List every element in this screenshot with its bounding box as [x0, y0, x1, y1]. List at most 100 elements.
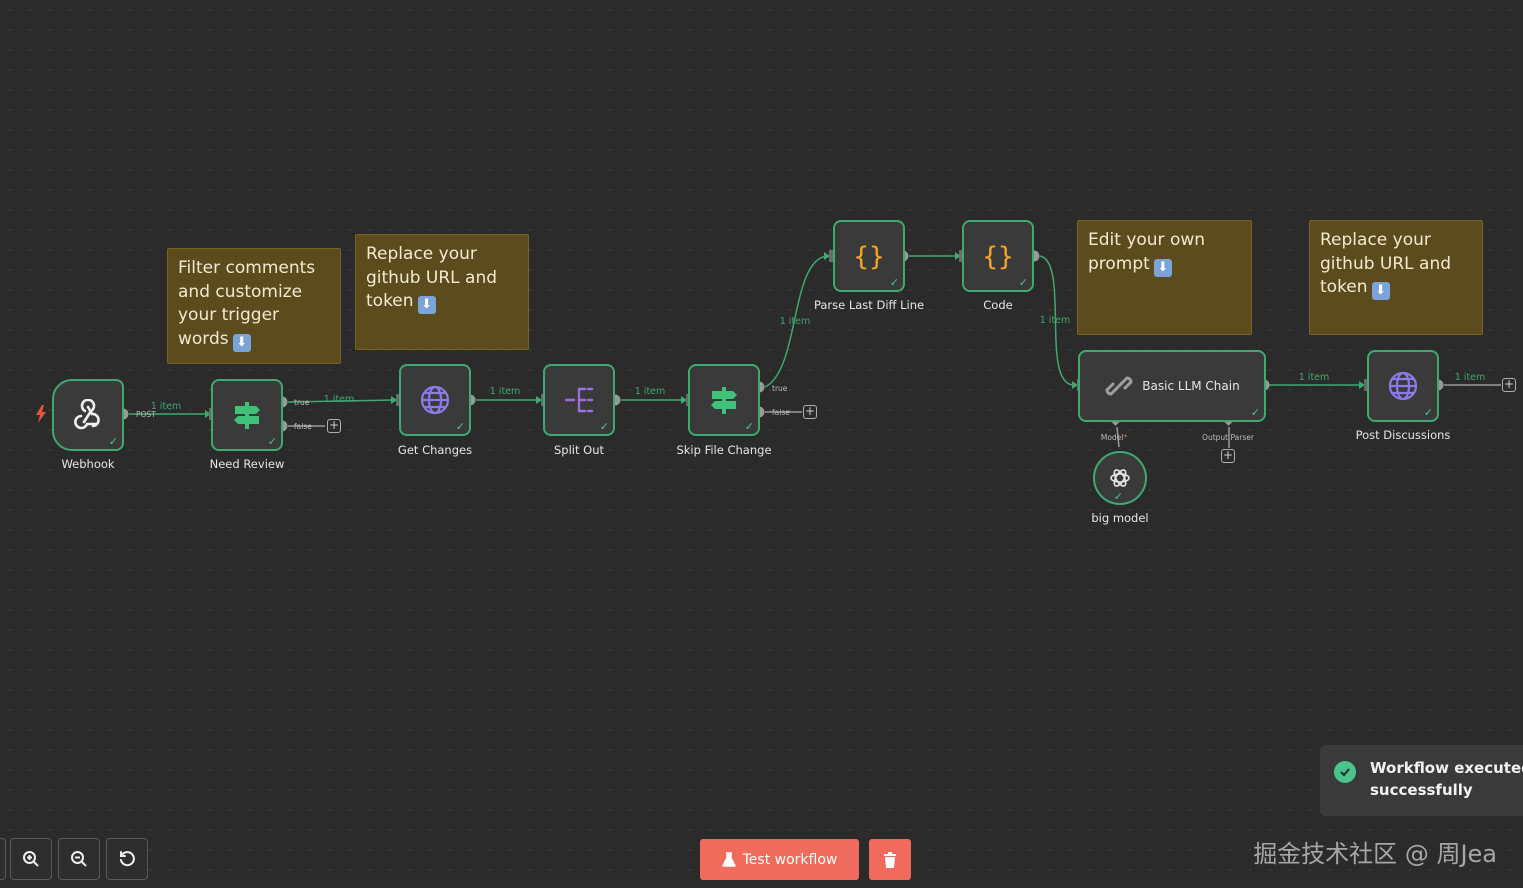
sticky-line: prompt: [1088, 253, 1150, 274]
sticky-line: token: [1320, 277, 1368, 297]
down-arrow-emoji: ⬇: [1153, 258, 1172, 277]
down-arrow-emoji: ⬇: [232, 333, 251, 352]
sticky-line: Replace your: [366, 244, 477, 264]
test-workflow-button[interactable]: Test workflow: [700, 839, 859, 880]
webhook-icon: [74, 399, 100, 430]
node-webhook[interactable]: ✓: [52, 379, 124, 451]
success-check-icon: ✓: [455, 420, 465, 433]
sticky-line: and customize: [178, 281, 303, 302]
reset-icon: [120, 851, 135, 867]
add-node-button[interactable]: +: [327, 419, 341, 433]
success-check-icon: ✓: [267, 435, 277, 448]
node-label-skip-file-change: Skip File Change: [676, 443, 772, 457]
sticky-line: github URL and: [366, 267, 498, 288]
trash-icon: [884, 851, 896, 868]
add-output-parser-button[interactable]: +: [1221, 449, 1235, 463]
model-port-text: Model: [1100, 433, 1124, 442]
success-check-icon: ✓: [1423, 406, 1433, 419]
zoom-out-button[interactable]: [58, 838, 100, 880]
sticky-note-github-2[interactable]: Replace your github URL and token ⬇: [1309, 220, 1483, 335]
zoom-in-icon: [23, 851, 39, 867]
sticky-line: token: [366, 291, 414, 311]
success-check-icon: ✓: [744, 420, 754, 433]
sticky-line: your trigger: [178, 305, 280, 325]
edge-label-item-count: 1 item: [150, 401, 182, 412]
globe-icon: [1388, 371, 1418, 401]
edge-label-item-count: 1 item: [634, 386, 666, 397]
sticky-line: Replace your: [1320, 230, 1431, 250]
success-check-icon: ✓: [1113, 490, 1123, 503]
success-check-icon: [1334, 761, 1356, 783]
test-workflow-label: Test workflow: [742, 851, 838, 868]
success-check-icon: ✓: [108, 435, 118, 448]
openai-icon: [1110, 469, 1130, 487]
edge-label-item-count: 1 item: [323, 394, 355, 405]
node-label-need-review: Need Review: [209, 457, 285, 471]
add-node-button[interactable]: +: [803, 405, 817, 419]
down-arrow-emoji: ⬇: [417, 296, 436, 314]
node-label-parse-last-diff-line: Parse Last Diff Line: [813, 298, 925, 312]
edge-label-item-count: 1 item: [489, 386, 521, 397]
signpost-icon: [711, 387, 737, 414]
edge-label-item-count: 1 item: [1039, 315, 1071, 326]
trigger-bolt-icon: [36, 405, 46, 423]
sticky-line: words: [178, 328, 229, 349]
success-check-icon: ✓: [1018, 276, 1028, 289]
split-icon: [564, 387, 594, 413]
node-label-big-model: big model: [1091, 511, 1149, 525]
node-post-discussions[interactable]: ✓: [1367, 350, 1439, 422]
node-label-split-out: Split Out: [553, 443, 605, 457]
required-mark: *: [1123, 433, 1128, 442]
sticky-note-github-1[interactable]: Replace your github URL and token ⬇: [355, 234, 529, 350]
success-check-icon: ✓: [889, 276, 899, 289]
toast-message-line2: successfully: [1370, 781, 1473, 799]
node-parse-last-diff-line[interactable]: {} ✓: [833, 220, 905, 292]
success-check-icon: ✓: [599, 420, 609, 433]
edge-label-item-count: 1 item: [1454, 372, 1486, 383]
svg-text:{}: {}: [982, 242, 1013, 272]
success-check-icon: ✓: [1250, 406, 1260, 419]
reset-zoom-button[interactable]: [106, 838, 148, 880]
node-split-out[interactable]: ✓: [543, 364, 615, 436]
sticky-line: Filter comments: [178, 258, 316, 278]
watermark: 掘金技术社区 @ 周Jea: [1253, 840, 1497, 868]
add-node-button[interactable]: +: [1502, 378, 1516, 392]
port-label-false: false: [772, 408, 790, 417]
port-label-model: Model*: [1101, 433, 1127, 442]
node-label-post-discussions: Post Discussions: [1355, 428, 1451, 442]
flask-icon: [721, 851, 736, 867]
svg-text:{}: {}: [853, 242, 884, 272]
down-arrow-emoji: ⬇: [1371, 282, 1390, 300]
sticky-line: Edit your own: [1088, 230, 1206, 250]
code-braces-icon: {}: [982, 242, 1013, 272]
link-icon: [1105, 376, 1133, 396]
port-label-true: true: [294, 398, 310, 407]
zoom-in-button[interactable]: [10, 838, 52, 880]
port-label-output-parser: Output Parser: [1202, 433, 1254, 442]
toast-message-line1: Workflow executed: [1370, 759, 1523, 777]
canvas-left-edge-button[interactable]: [0, 838, 6, 880]
port-label-true: true: [772, 384, 788, 393]
sticky-note-prompt[interactable]: Edit your own prompt ⬇: [1077, 220, 1252, 335]
node-label-code: Code: [983, 298, 1013, 312]
port-label-false: false: [294, 422, 312, 431]
globe-icon: [420, 385, 450, 415]
edge-label-item-count: 1 item: [779, 316, 811, 327]
node-label-basic-llm-chain: Basic LLM Chain: [1142, 379, 1240, 393]
workflow-canvas[interactable]: Filter comments and customize your trigg…: [0, 0, 1523, 888]
signpost-icon: [234, 402, 260, 429]
edge-label-item-count: 1 item: [1298, 372, 1330, 383]
sticky-note-filter[interactable]: Filter comments and customize your trigg…: [167, 248, 341, 364]
sticky-line: github URL and: [1320, 253, 1452, 274]
delete-button[interactable]: [869, 839, 911, 880]
node-basic-llm-chain[interactable]: Basic LLM Chain ✓: [1078, 350, 1266, 422]
node-need-review[interactable]: ✓: [211, 379, 283, 451]
node-big-model[interactable]: ✓: [1093, 451, 1147, 505]
code-braces-icon: {}: [853, 242, 884, 272]
zoom-out-icon: [71, 851, 87, 867]
node-skip-file-change[interactable]: ✓: [688, 364, 760, 436]
success-toast: Workflow executed successfully: [1320, 745, 1523, 816]
node-code[interactable]: {} ✓: [962, 220, 1034, 292]
node-get-changes[interactable]: ✓: [399, 364, 471, 436]
node-label-webhook: Webhook: [61, 457, 115, 471]
